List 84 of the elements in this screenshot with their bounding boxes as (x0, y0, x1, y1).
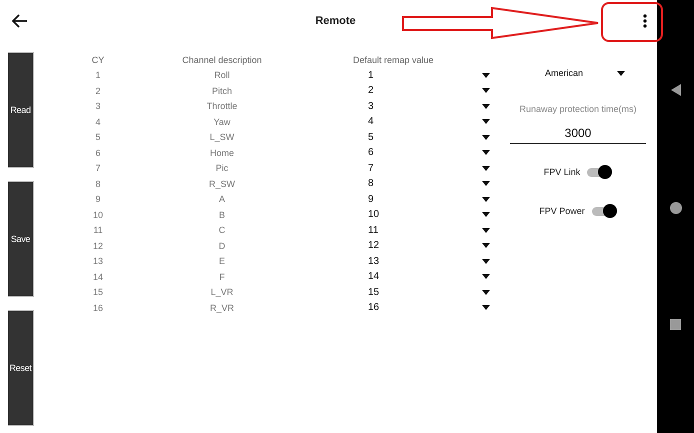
remap-dropdown[interactable]: 11 (308, 222, 498, 238)
home-nav-icon[interactable] (670, 202, 682, 214)
table-cell-text: Throttle (206, 100, 238, 114)
remap-dropdown[interactable]: 16 (308, 300, 498, 316)
table-cell-text: 3 (94, 100, 102, 114)
column-header: CY (90, 54, 106, 67)
table-cell-text: 10 (92, 208, 104, 222)
caret-icon (617, 70, 625, 76)
table-cell-text: E (218, 255, 226, 268)
table-cell-text: 15 (92, 286, 104, 300)
table-cell-text: Yaw (212, 116, 232, 129)
table-cell-text: B (218, 208, 226, 222)
back-nav-icon[interactable] (670, 82, 682, 97)
recents-nav-icon[interactable] (670, 319, 681, 330)
remap-dropdown[interactable]: 5 (308, 130, 498, 145)
column-header: Default remap value (352, 54, 435, 67)
toggle-switch[interactable] (586, 164, 612, 180)
remap-dropdown[interactable]: 4 (308, 114, 498, 130)
caret-icon (482, 212, 490, 218)
table-cell-text: L_SW (208, 131, 236, 144)
table-cell-text: Roll (213, 69, 231, 82)
table-cell-text: 16 (92, 302, 104, 315)
caret-icon (482, 258, 490, 264)
screen-title: Remote (315, 15, 356, 27)
caret-icon (482, 243, 490, 248)
toggle-label: FPV Power (539, 206, 585, 216)
remap-dropdown[interactable]: 12 (308, 238, 498, 254)
table-cell-text: D (218, 240, 226, 253)
table-cell-text: 11 (92, 224, 104, 238)
column-header: Channel description (181, 54, 263, 67)
remap-dropdown[interactable]: 3 (308, 98, 498, 114)
side-button[interactable]: Reset (8, 310, 34, 426)
table-cell-text: Pic (214, 162, 230, 176)
caret-icon (482, 181, 490, 186)
remap-dropdown[interactable]: 8 (308, 176, 498, 192)
remap-dropdown[interactable]: 6 (308, 145, 498, 160)
caret-icon (482, 150, 490, 156)
table-cell-text: Pitch (210, 84, 233, 98)
caret-icon (482, 134, 490, 140)
table-cell-text: R_SW (208, 178, 236, 191)
caret-icon (482, 88, 490, 94)
table-cell-text: C (218, 224, 226, 238)
caret-icon (482, 290, 490, 295)
side-button[interactable]: Read (8, 52, 34, 168)
table-cell-text: 7 (94, 162, 102, 176)
table-cell-text: 6 (94, 146, 102, 160)
caret-icon (482, 166, 490, 171)
caret-icon (482, 72, 490, 78)
remap-dropdown[interactable]: 14 (308, 269, 498, 284)
toggle-label: FPV Link (544, 167, 580, 177)
caret-icon (482, 104, 490, 109)
table-cell-text: 5 (94, 131, 102, 144)
remap-dropdown[interactable]: 10 (308, 207, 498, 222)
toggle-switch[interactable] (590, 203, 617, 219)
back-icon[interactable] (12, 14, 28, 28)
table-cell-text: 1 (94, 69, 102, 82)
table-cell-text: Home (208, 146, 235, 160)
more-options-icon[interactable] (643, 14, 647, 28)
remap-dropdown[interactable]: 7 (308, 160, 498, 176)
table-cell-text: 9 (94, 193, 102, 206)
table-cell-text: 8 (94, 178, 102, 191)
table-cell-text: L_VR (210, 286, 234, 300)
table-cell-text: 2 (94, 84, 102, 98)
caret-icon (482, 196, 490, 202)
caret-icon (482, 228, 490, 233)
table-cell-text: 13 (92, 255, 104, 268)
field-label: Runaway protection time(ms) (519, 104, 637, 114)
remap-dropdown[interactable]: 1 (308, 68, 498, 83)
caret-icon (482, 119, 490, 124)
caret-icon (482, 305, 490, 310)
remap-dropdown[interactable]: 13 (308, 254, 498, 269)
table-cell-text: R_VR (208, 302, 235, 315)
table-cell-text: 4 (94, 116, 102, 129)
table-cell-text: A (218, 193, 226, 206)
highlight-frame (601, 2, 663, 42)
mode-dropdown[interactable]: American (530, 68, 625, 78)
remap-dropdown[interactable]: 2 (308, 83, 498, 98)
remap-dropdown[interactable]: 15 (308, 284, 498, 300)
table-cell-text: 12 (92, 240, 104, 253)
caret-icon (482, 274, 490, 280)
table-cell-text: 14 (92, 270, 104, 284)
remap-dropdown[interactable]: 9 (308, 192, 498, 207)
side-button[interactable]: Save (8, 181, 34, 297)
table-cell-text: F (218, 270, 226, 284)
